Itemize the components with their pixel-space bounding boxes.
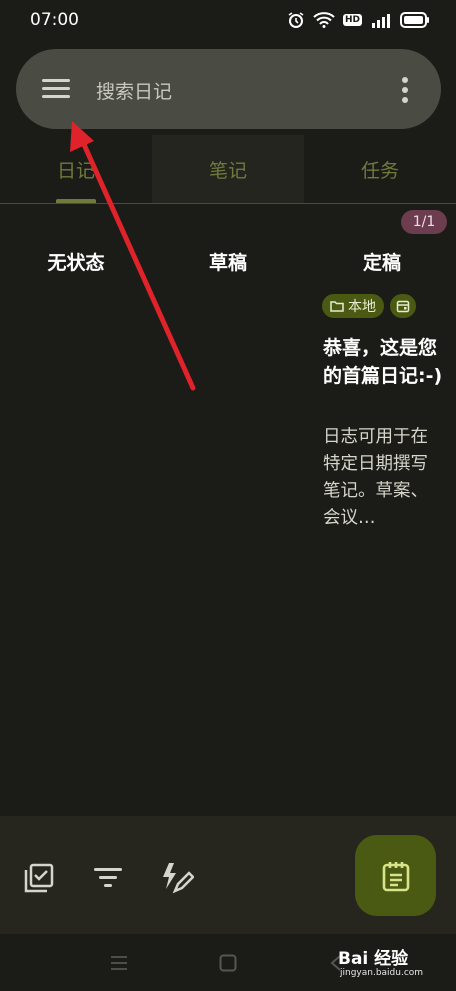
status-time: 07:00 (30, 10, 79, 30)
checklist-select-icon[interactable] (24, 863, 54, 893)
status-icons: HD (287, 11, 430, 29)
flash-edit-icon[interactable] (160, 861, 194, 895)
tab-diary[interactable]: 日记 (0, 135, 152, 203)
filter-icon[interactable] (94, 867, 122, 889)
hamburger-menu-icon[interactable] (42, 77, 72, 101)
tab-tasks[interactable]: 任务 (304, 135, 456, 203)
vertical-dots-icon[interactable] (401, 77, 409, 103)
baidu-watermark: Bai 经验 jingyan.baidu.com (330, 936, 456, 986)
battery-icon (400, 12, 429, 28)
card-tags: 本地 (322, 294, 416, 318)
column-header-final: 定稿 (362, 252, 401, 274)
column-header-no-status: 无状态 (47, 252, 105, 274)
hd-badge: HD (342, 14, 362, 26)
recent-apps-icon[interactable] (110, 954, 128, 972)
tab-indicator (56, 199, 96, 203)
notepad-icon (382, 861, 409, 891)
watermark-domain: jingyan.baidu.com (340, 968, 424, 978)
tab-label: 日记 (56, 159, 95, 182)
tab-label: 任务 (360, 159, 399, 182)
alarm-icon (288, 12, 304, 28)
new-entry-fab[interactable] (355, 835, 436, 916)
folder-icon (330, 301, 344, 312)
home-icon[interactable] (219, 954, 237, 972)
calendar-icon (396, 300, 410, 313)
page-badge: 1/1 (401, 210, 447, 234)
status-bar: 07:00 HD (0, 0, 456, 40)
column-header-draft: 草稿 (208, 252, 247, 274)
tab-bar: 日记 笔记 任务 (0, 135, 456, 204)
wifi-icon (313, 12, 335, 28)
tag-label: 本地 (348, 299, 376, 315)
search-input[interactable]: 搜索日记 (96, 77, 172, 104)
tag-chip-local[interactable]: 本地 (322, 294, 384, 318)
signal-icon (372, 14, 390, 28)
card-body[interactable]: 日志可用于在特定日期撰写笔记。草案、会议… (323, 424, 445, 532)
search-bar[interactable]: 搜索日记 (16, 49, 441, 129)
card-title[interactable]: 恭喜，这是您的首篇日记:-) (323, 334, 443, 390)
tab-notes[interactable]: 笔记 (152, 135, 304, 203)
tab-label: 笔记 (208, 159, 247, 182)
tag-chip-calendar[interactable] (390, 294, 416, 318)
watermark-brand: Bai 经验 (338, 949, 409, 969)
